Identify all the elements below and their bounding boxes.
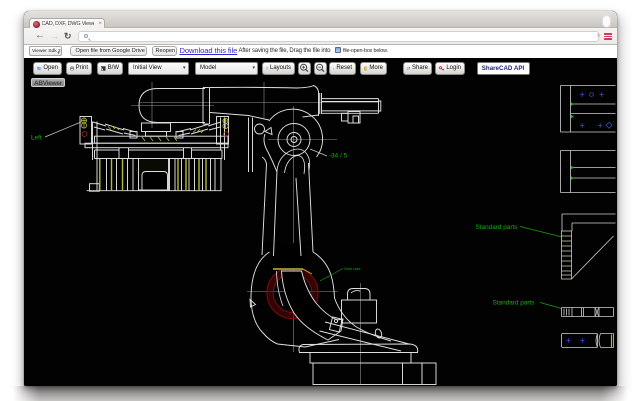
svg-text:Standard parts: Standard parts bbox=[476, 224, 518, 231]
svg-text:Gear case: Gear case bbox=[344, 267, 361, 271]
svg-text:Left: Left bbox=[31, 135, 42, 142]
svg-text:-34 / 5: -34 / 5 bbox=[329, 153, 348, 160]
svg-text:Standard parts: Standard parts bbox=[493, 300, 535, 307]
